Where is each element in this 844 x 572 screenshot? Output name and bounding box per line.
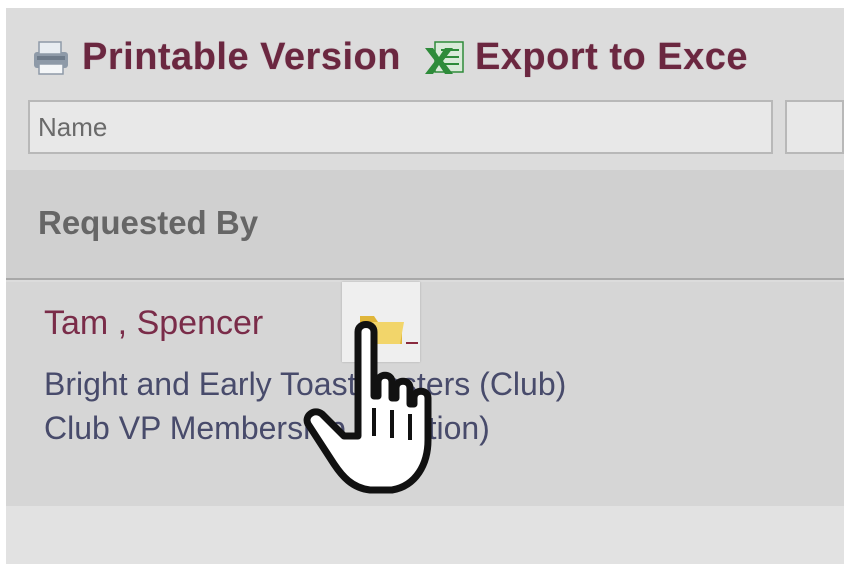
export-to-excel-label: Export to Exce — [474, 35, 749, 78]
filter-row — [28, 100, 844, 158]
second-filter-input[interactable] — [784, 100, 844, 154]
export-to-excel-link[interactable]: Export to Exce — [421, 34, 748, 80]
name-filter-input[interactable] — [28, 100, 773, 154]
requests-panel: Printable Version Export to Exce Request… — [6, 8, 844, 564]
folder-button[interactable] — [342, 282, 420, 362]
printable-version-label: Printable Version — [82, 35, 401, 78]
folder-icon — [342, 316, 420, 366]
column-header-requested-by[interactable]: Requested By — [38, 204, 258, 242]
position-text: Club VP Membership (Position) — [44, 410, 490, 446]
header-divider — [6, 278, 844, 280]
printer-icon — [28, 34, 74, 80]
club-text: Bright and Early Toastmasters (Club) — [44, 366, 567, 402]
toolbar: Printable Version Export to Exce — [6, 22, 844, 92]
printable-version-link[interactable]: Printable Version — [28, 34, 401, 80]
excel-icon — [421, 34, 467, 80]
table-header: Requested By — [6, 170, 844, 280]
table-row: Tam , Spencer Bright and Early Toastmast… — [6, 282, 844, 506]
bottom-strip — [6, 506, 844, 564]
requester-name-link[interactable]: Tam , Spencer — [44, 304, 263, 343]
